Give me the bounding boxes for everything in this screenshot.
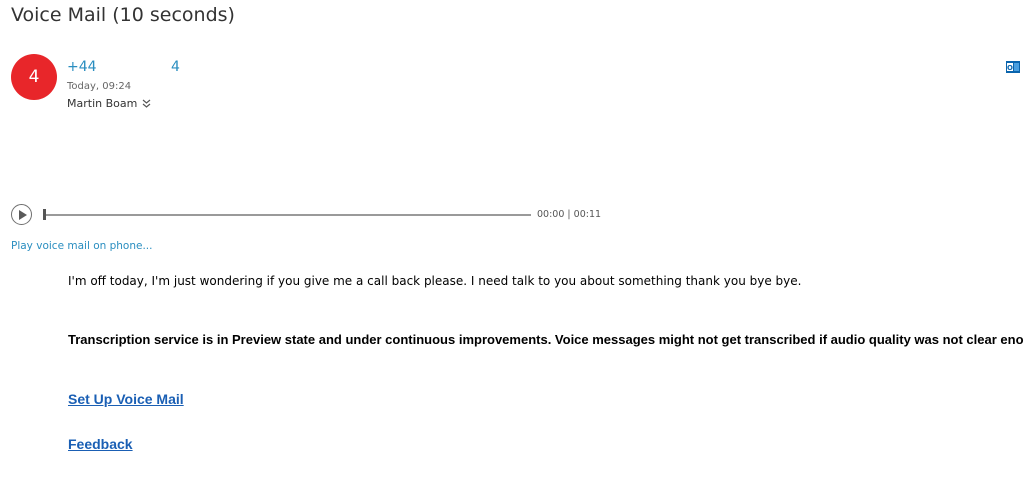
elapsed-time: 00:00	[537, 209, 565, 220]
caller-number[interactable]: +44	[67, 59, 97, 75]
transcript-text: I'm off today, I'm just wondering if you…	[68, 274, 802, 288]
play-on-phone-link[interactable]: Play voice mail on phone...	[11, 240, 152, 252]
recipient[interactable]: Martin Boam	[67, 97, 151, 110]
avatar-initial: 4	[28, 67, 40, 87]
setup-voicemail-link[interactable]: Set Up Voice Mail	[68, 391, 184, 407]
page-title: Voice Mail (10 seconds)	[11, 4, 235, 26]
timestamp: Today, 09:24	[67, 81, 132, 92]
outlook-icon[interactable]: O	[1006, 60, 1020, 74]
double-chevron-down-icon[interactable]	[142, 99, 151, 108]
time-separator: |	[567, 209, 571, 220]
svg-text:O: O	[1007, 64, 1013, 72]
transcription-notice: Transcription service is in Preview stat…	[68, 332, 1024, 347]
total-duration: 00:11	[573, 209, 602, 220]
voicemail-page: Voice Mail (10 seconds) 4 +44 4 Today, 0…	[0, 0, 1024, 479]
time-readout: 00:00 | 00:11	[537, 209, 601, 220]
play-icon	[19, 209, 27, 220]
play-button[interactable]	[11, 204, 32, 225]
seek-thumb[interactable]	[43, 209, 46, 220]
recipient-name: Martin Boam	[67, 97, 138, 110]
seek-track[interactable]	[45, 214, 531, 216]
caller-extra[interactable]: 4	[171, 59, 180, 75]
feedback-link[interactable]: Feedback	[68, 436, 133, 452]
avatar: 4	[11, 54, 57, 100]
